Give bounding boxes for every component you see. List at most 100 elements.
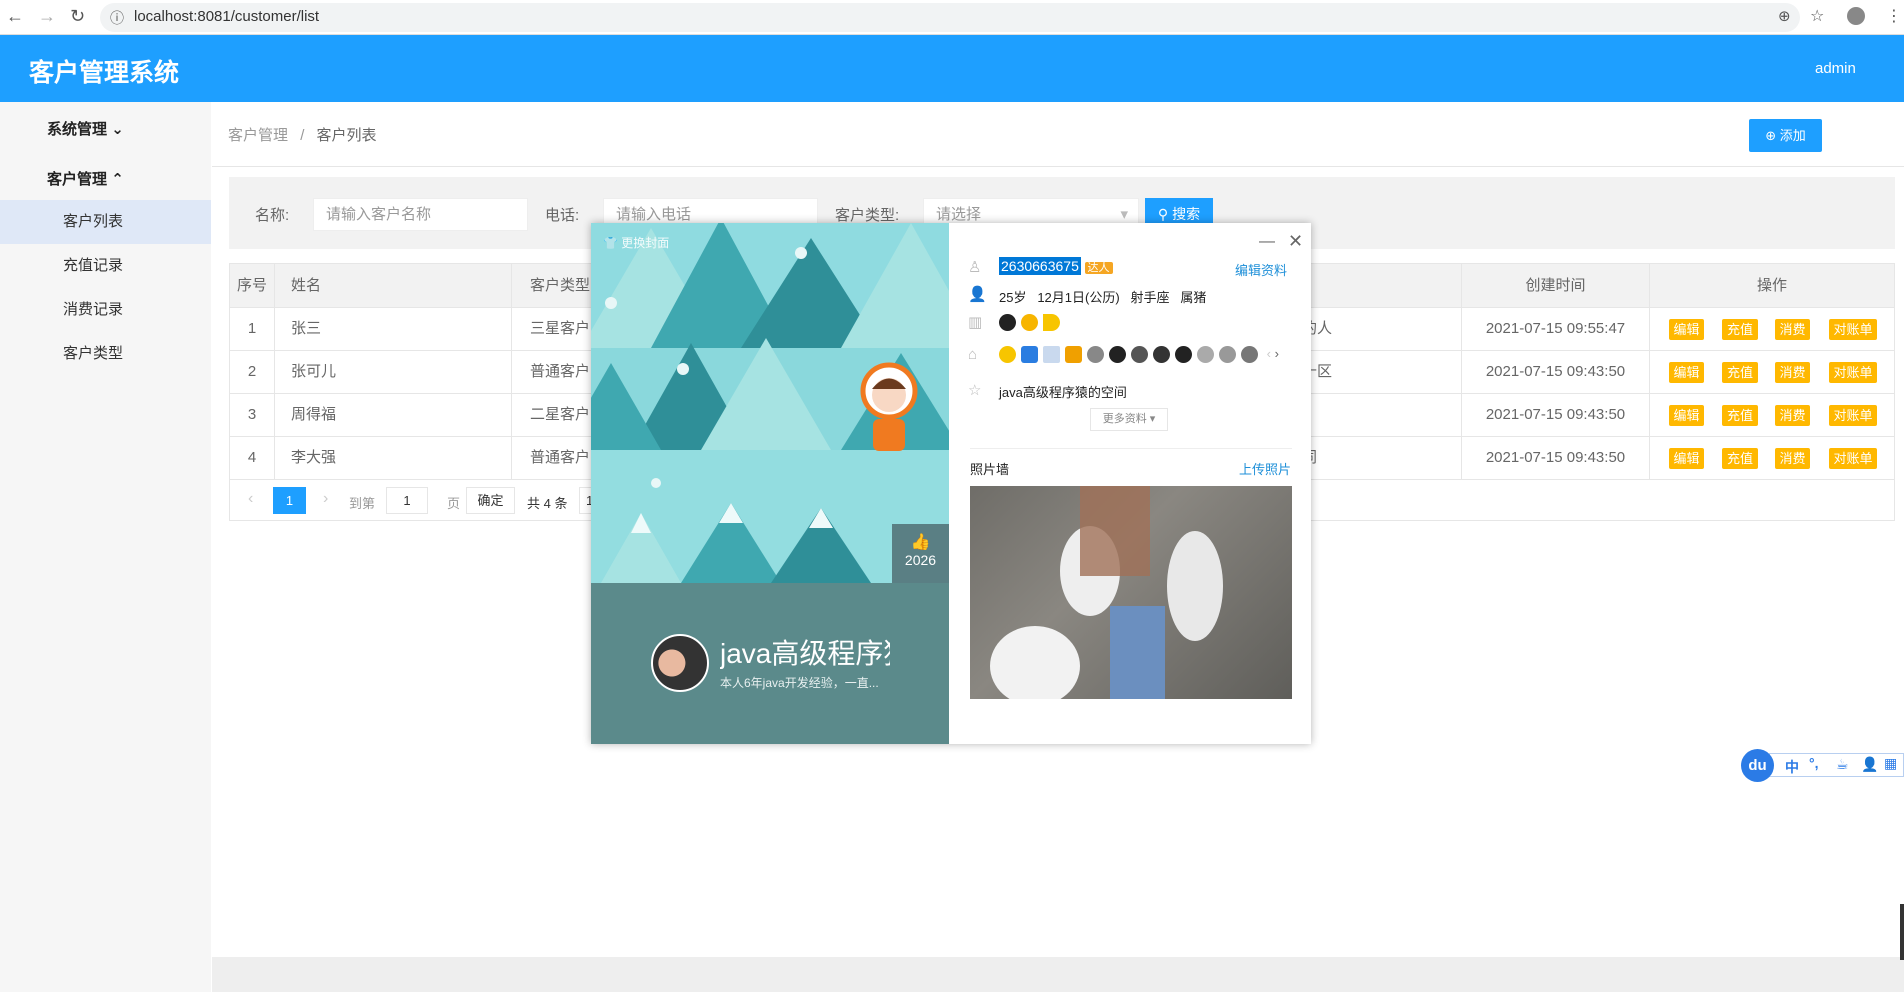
qzone-link[interactable]: java高级程序猿的空间 [999, 382, 1127, 401]
ime-grid-icon[interactable]: ▦ [1884, 755, 1897, 772]
crown-gem-service-icon[interactable] [1219, 346, 1236, 364]
statement-button[interactable]: 对账单 [1829, 448, 1877, 469]
add-button[interactable]: ⊕ 添加 [1749, 119, 1822, 152]
mail-service-icon[interactable] [1043, 346, 1060, 364]
edit-button[interactable]: 编辑 [1669, 405, 1704, 426]
info-icon[interactable]: ⓘ [110, 8, 124, 28]
ime-toolbar[interactable]: du 中 °, ☕ 👤 ▦ [1741, 749, 1904, 782]
minimize-icon[interactable]: — [1259, 233, 1275, 251]
consume-button[interactable]: 消费 [1775, 362, 1810, 383]
service-icons[interactable]: ‹ › [999, 346, 1279, 364]
statement-button[interactable]: 对账单 [1829, 362, 1877, 383]
address-bar[interactable] [100, 3, 1800, 32]
sidebar-item-customer-list[interactable]: 客户列表 [0, 200, 211, 244]
cell-name: 张三 [275, 308, 512, 350]
more-info-button[interactable]: 更多资料 ▾ [1090, 408, 1168, 431]
qq-number[interactable]: 2630663675 [999, 257, 1081, 275]
cell-address: 的人 [1302, 308, 1462, 350]
goto-confirm-button[interactable]: 确定 [466, 487, 515, 514]
menu-icon[interactable]: ⋮ [1886, 6, 1902, 26]
penguin-icon: ♙ [968, 259, 982, 276]
shield-service-icon[interactable] [1021, 346, 1038, 364]
zoom-icon[interactable]: ⊕ [1778, 7, 1791, 25]
cell-address: 同 [1302, 437, 1462, 479]
zodiac: 射手座 [1130, 290, 1170, 305]
recharge-button[interactable]: 充值 [1722, 405, 1758, 426]
breadcrumb-parent[interactable]: 客户管理 [228, 127, 288, 144]
cell-index: 2 [230, 351, 275, 393]
age: 25岁 [999, 290, 1027, 305]
cell-created: 2021-07-15 09:43:50 [1462, 437, 1650, 479]
recharge-button[interactable]: 充值 [1722, 362, 1758, 383]
level-icons [999, 314, 1065, 332]
heart-service-icon[interactable] [1131, 346, 1148, 364]
recharge-button[interactable]: 充值 [1722, 319, 1758, 340]
sidebar-item-customer-types[interactable]: 客户类型 [0, 332, 211, 376]
penguin-service-icon[interactable] [1153, 346, 1170, 364]
star-icon[interactable]: ☆ [1810, 6, 1824, 26]
edit-button[interactable]: 编辑 [1669, 448, 1704, 469]
ime-user-icon[interactable]: 👤 [1861, 756, 1878, 773]
photo-wall-image[interactable] [970, 486, 1292, 706]
ime-punctuation[interactable]: °, [1809, 755, 1819, 771]
sidebar-group-customer[interactable]: 客户管理 ⌃ [47, 168, 124, 189]
edit-button[interactable]: 编辑 [1669, 319, 1704, 340]
chevron-down-icon: ⌄ [111, 121, 124, 138]
sneakers-photo [990, 486, 1223, 706]
name-input[interactable]: 请输入客户名称 [313, 198, 528, 231]
star-service-icon[interactable] [999, 346, 1016, 364]
statement-button[interactable]: 对账单 [1829, 319, 1877, 340]
sidebar-item-consume-records[interactable]: 消费记录 [0, 288, 211, 332]
app-header: 客户管理系统 admin [0, 35, 1904, 102]
cell-address [1302, 394, 1462, 436]
edit-button[interactable]: 编辑 [1669, 362, 1704, 383]
flame-service-icon[interactable] [1109, 346, 1126, 364]
profile-icon[interactable] [1847, 7, 1865, 25]
sidebar-group-system[interactable]: 系统管理 ⌄ [47, 118, 124, 139]
forward-icon[interactable]: → [38, 6, 56, 27]
prev-page-icon[interactable]: ‹ [248, 490, 253, 508]
ime-language[interactable]: 中 [1785, 757, 1799, 777]
heart-gem-service-icon[interactable] [1241, 346, 1258, 364]
consume-button[interactable]: 消费 [1775, 448, 1810, 469]
user-menu[interactable]: admin [1815, 60, 1856, 77]
goto-label: 到第 [349, 496, 376, 511]
divider [970, 448, 1292, 449]
sidebar-item-recharge-records[interactable]: 充值记录 [0, 244, 211, 288]
next-icon[interactable]: › [1275, 346, 1279, 361]
change-cover-label: 更换封面 [621, 236, 670, 250]
back-icon[interactable]: ← [6, 6, 24, 27]
change-cover-button[interactable]: 👕 更换封面 [603, 234, 669, 251]
statement-button[interactable]: 对账单 [1829, 405, 1877, 426]
recharge-button[interactable]: 充值 [1722, 448, 1758, 469]
type-select-value: 请选择 [936, 206, 982, 223]
ime-cup-icon[interactable]: ☕ [1836, 756, 1849, 773]
diamond-service-icon[interactable] [1087, 346, 1104, 364]
baidu-ime-logo[interactable]: du [1741, 749, 1774, 782]
gold-service-icon[interactable] [1065, 346, 1082, 364]
app-title: 客户管理系统 [29, 59, 180, 87]
consume-button[interactable]: 消费 [1775, 405, 1810, 426]
upload-photo-link[interactable]: 上传照片 [1239, 459, 1291, 478]
edit-profile-link[interactable]: 编辑资料 [1235, 260, 1287, 279]
col-header-index: 序号 [230, 264, 275, 307]
plus-circle-icon: ⊕ [1765, 128, 1777, 143]
penguin-dark-service-icon[interactable] [1175, 346, 1192, 364]
like-button[interactable]: 👍 2026 [892, 524, 949, 583]
cell-index: 1 [230, 308, 275, 350]
prev-icon[interactable]: ‹ [1267, 346, 1271, 361]
close-icon[interactable]: ✕ [1288, 231, 1303, 252]
search-icon: ⚲ [1157, 206, 1169, 222]
page-1-button[interactable]: 1 [273, 487, 306, 514]
browser-toolbar: ← → ↻ ⓘ localhost:8081/customer/list ⊕ ☆… [0, 0, 1904, 35]
gem-service-icon[interactable] [1197, 346, 1214, 364]
cell-name: 张可儿 [275, 351, 512, 393]
reload-icon[interactable]: ↻ [70, 6, 85, 27]
consume-button[interactable]: 消费 [1775, 319, 1810, 340]
sidebar: 系统管理 ⌄ 客户管理 ⌃ 客户列表 充值记录 消费记录 客户类型 [0, 102, 211, 992]
scrollbar[interactable] [1900, 904, 1904, 960]
url-text[interactable]: localhost:8081/customer/list [134, 8, 319, 25]
avatar[interactable] [651, 634, 709, 692]
next-page-icon[interactable]: › [323, 490, 328, 508]
goto-page-input[interactable]: 1 [386, 487, 428, 514]
